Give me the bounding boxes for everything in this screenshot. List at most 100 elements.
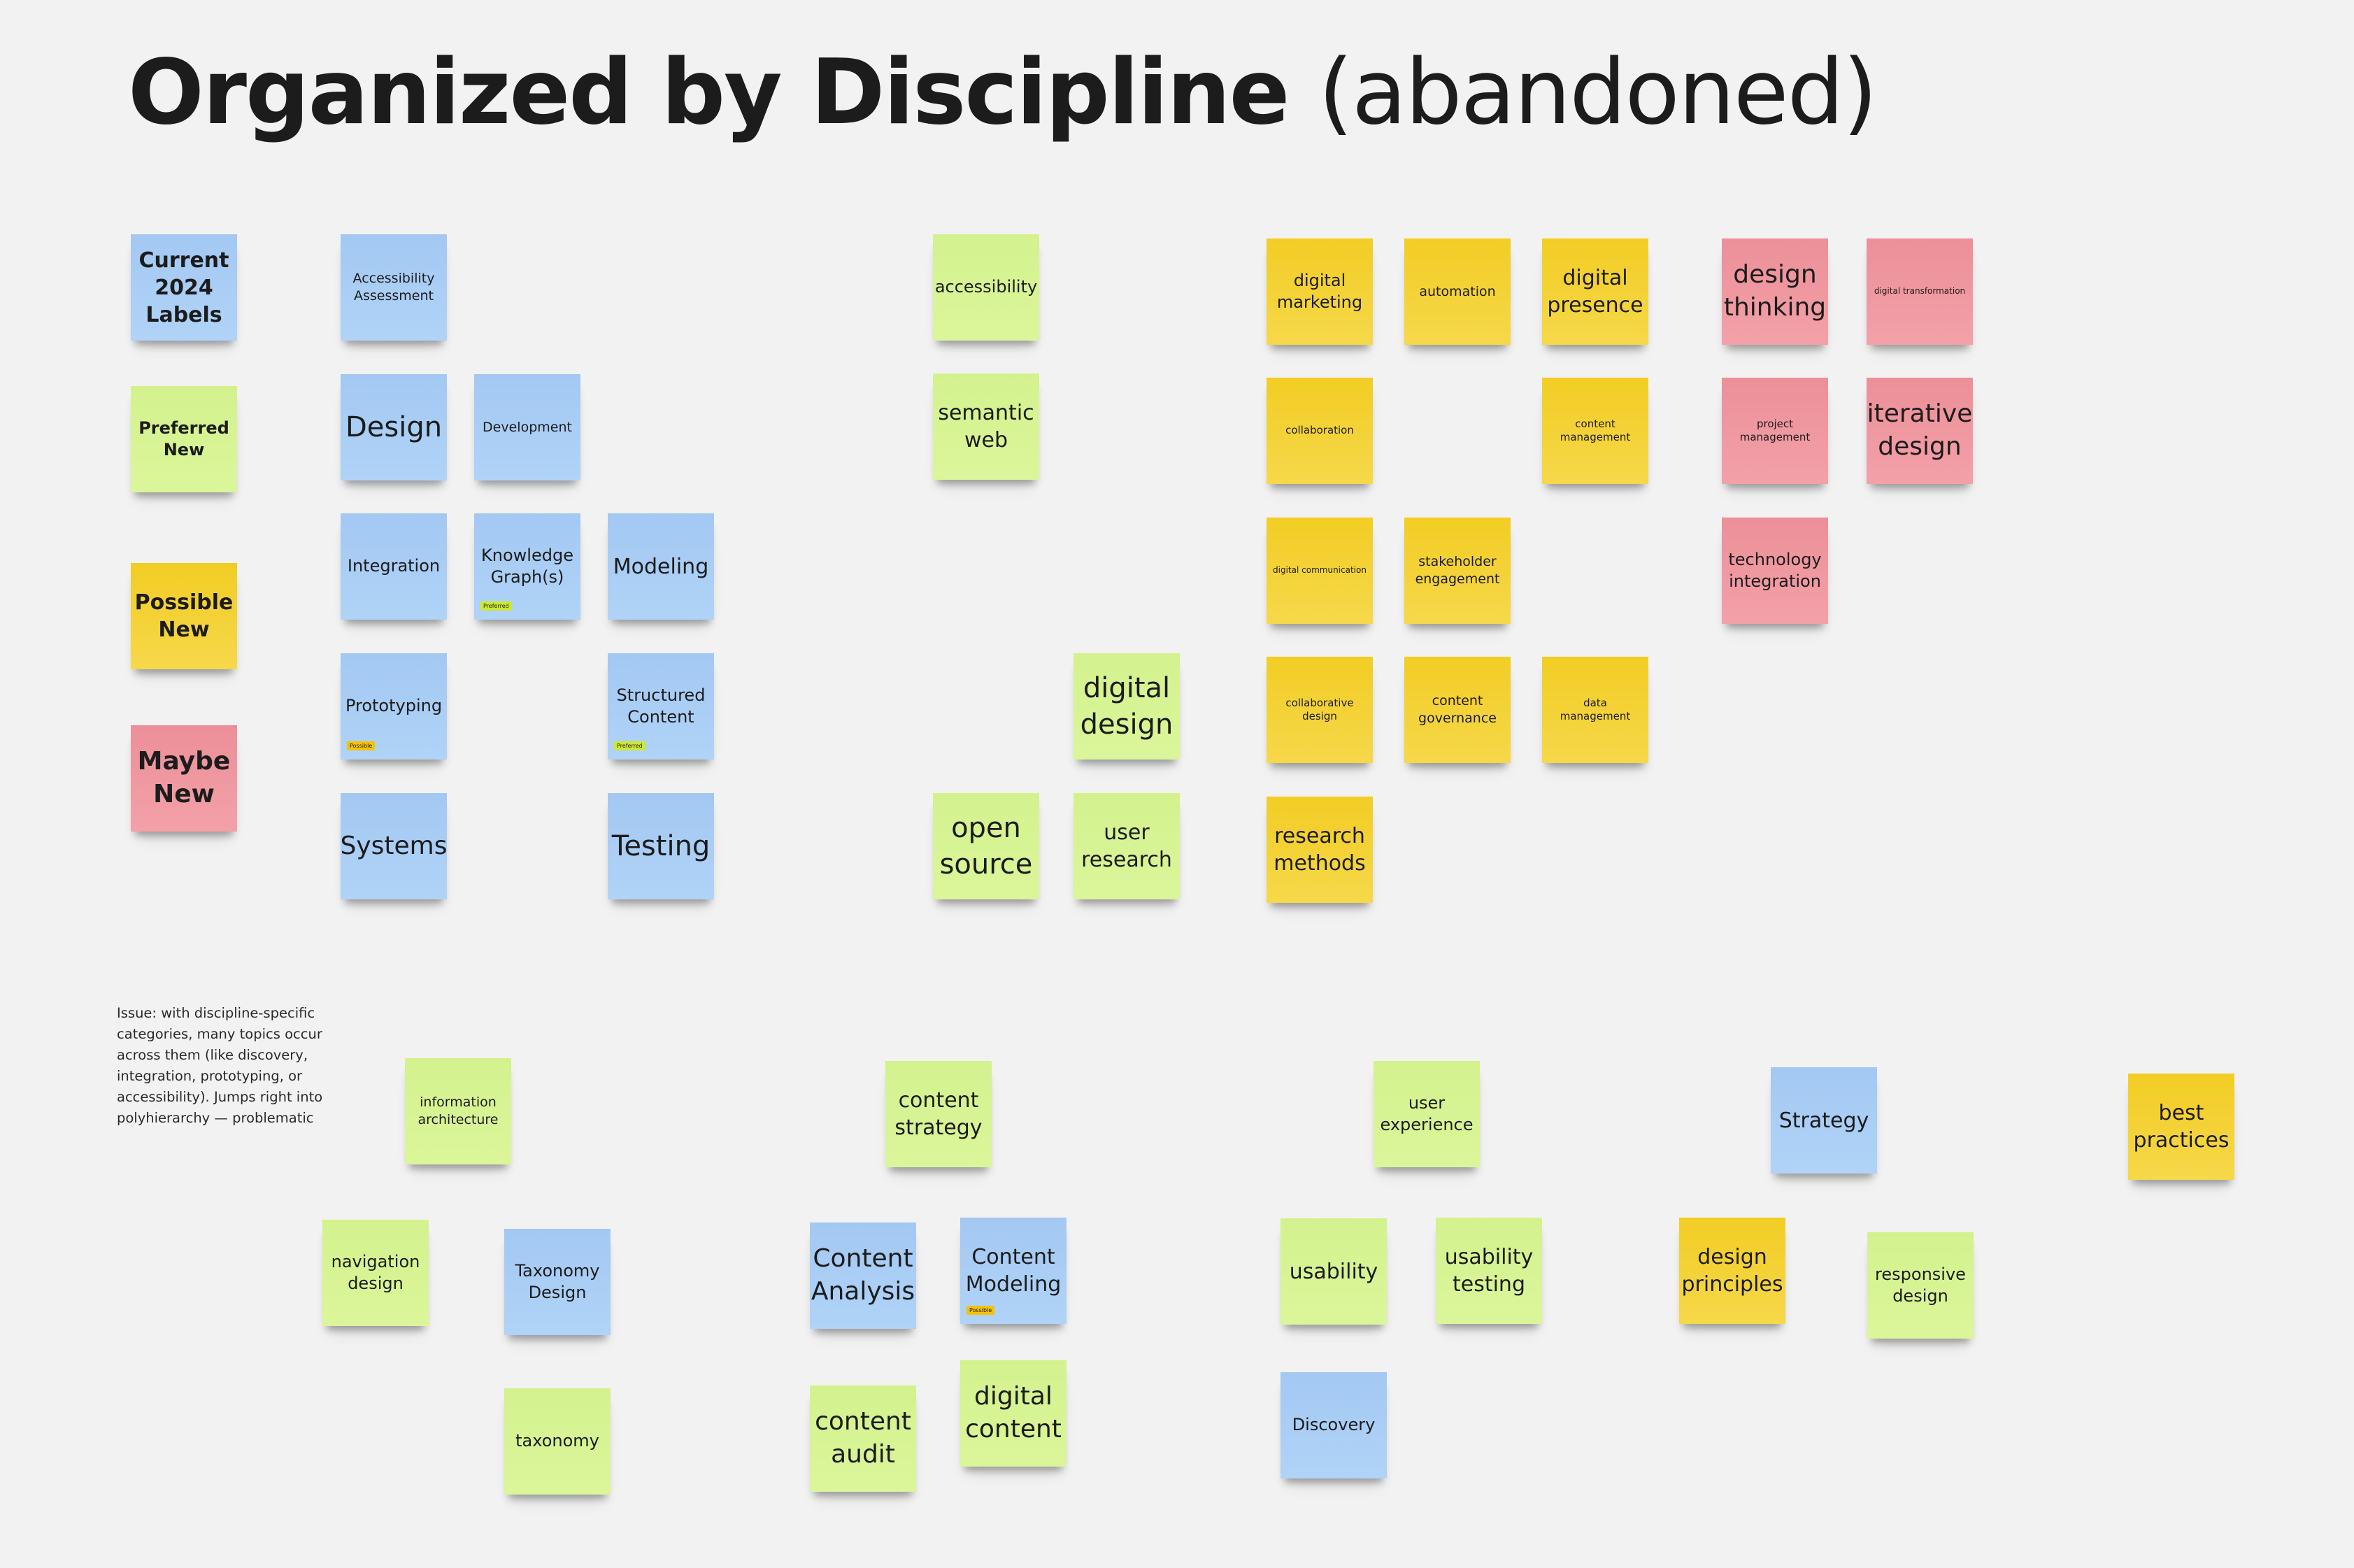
sticky-digital-content[interactable]: digital content (960, 1360, 1067, 1467)
sticky-text: collaboration (1285, 424, 1354, 437)
sticky-text: Maybe New (137, 747, 231, 808)
sticky-design-thinking[interactable]: design thinking (1722, 238, 1828, 345)
sticky-content-governance[interactable]: content governance (1404, 657, 1511, 763)
sticky-text: Prototyping (345, 696, 443, 716)
sticky-content-analysis[interactable]: Content Analysis (810, 1223, 916, 1329)
legend-preferred-new[interactable]: Preferred New (131, 386, 237, 492)
sticky-collaborative-design[interactable]: collaborative design (1267, 657, 1373, 763)
sticky-text: automation (1419, 283, 1496, 299)
page-title: Organized by Discipline (abandoned) (128, 41, 1878, 145)
sticky-text: accessibility (934, 277, 1038, 297)
sticky-content-strategy[interactable]: content strategy (885, 1061, 992, 1167)
sticky-prototyping[interactable]: Prototyping Possible (341, 653, 447, 760)
sticky-data-management[interactable]: data management (1542, 657, 1648, 763)
sticky-iterative-design[interactable]: iterative design (1867, 378, 1973, 484)
sticky-text: Testing (611, 830, 711, 862)
sticky-integration[interactable]: Integration (341, 513, 447, 620)
legend-possible-new[interactable]: Possible New (131, 563, 237, 669)
sticky-text: responsive design (1875, 1264, 1966, 1306)
sticky-text: research methods (1274, 824, 1366, 876)
sticky-testing[interactable]: Testing (608, 793, 714, 899)
sticky-text: design thinking (1723, 260, 1827, 322)
sticky-text: Integration (347, 556, 441, 576)
sticky-development[interactable]: Development (474, 374, 580, 480)
sticky-text: data management (1560, 696, 1631, 723)
sticky-text: Taxonomy Design (515, 1260, 600, 1302)
sticky-text: stakeholder engagement (1415, 554, 1500, 587)
sticky-accessibility[interactable]: accessibility (933, 234, 1039, 341)
sticky-text: Design (345, 411, 443, 443)
sticky-project-management[interactable]: project management (1722, 378, 1828, 484)
sticky-content-audit[interactable]: content audit (810, 1385, 916, 1492)
legend-maybe-new[interactable]: Maybe New (131, 725, 237, 832)
sticky-structured-content[interactable]: Structured Content Preferred (608, 653, 714, 760)
sticky-best-practices[interactable]: best practices (2128, 1074, 2234, 1180)
sticky-discovery[interactable]: Discovery (1281, 1372, 1387, 1478)
sticky-responsive-design[interactable]: responsive design (1867, 1232, 1974, 1339)
sticky-taxonomy[interactable]: taxonomy (504, 1388, 611, 1495)
sticky-text: iterative design (1867, 399, 1973, 461)
sticky-text: open source (939, 812, 1033, 881)
sticky-content-management[interactable]: content management (1542, 378, 1648, 484)
sticky-text: Knowledge Graph(s) (481, 545, 573, 587)
sticky-text: digital transformation (1874, 286, 1966, 297)
sticky-text: Current 2024 Labels (138, 248, 229, 327)
sticky-taxonomy-design[interactable]: Taxonomy Design (504, 1229, 611, 1335)
sticky-text: content governance (1418, 693, 1497, 726)
sticky-text: content strategy (894, 1088, 983, 1140)
preferred-tag: Preferred (480, 601, 512, 611)
sticky-information-architecture[interactable]: information architecture (405, 1058, 511, 1164)
sticky-accessibility-assessment[interactable]: Accessibility Assessment (341, 234, 447, 341)
sticky-text: Development (483, 419, 572, 435)
sticky-user-experience[interactable]: user experience (1374, 1061, 1480, 1167)
sticky-digital-marketing[interactable]: digital marketing (1267, 238, 1373, 345)
sticky-text: taxonomy (515, 1431, 599, 1451)
sticky-design-principles[interactable]: design principles (1679, 1218, 1785, 1324)
sticky-text: digital marketing (1276, 270, 1363, 312)
sticky-semantic-web[interactable]: semantic web (933, 373, 1039, 480)
sticky-text: usability (1289, 1259, 1378, 1284)
title-main: Organized by Discipline (128, 41, 1290, 145)
sticky-text: Strategy (1778, 1108, 1869, 1133)
sticky-text: information architecture (418, 1095, 499, 1127)
sticky-knowledge-graphs[interactable]: Knowledge Graph(s) Preferred (474, 513, 580, 620)
sticky-text: digital design (1080, 672, 1174, 741)
sticky-usability[interactable]: usability (1281, 1218, 1387, 1325)
sticky-technology-integration[interactable]: technology integration (1722, 518, 1828, 624)
sticky-strategy[interactable]: Strategy (1771, 1067, 1877, 1174)
sticky-text: semantic web (938, 401, 1034, 452)
sticky-usability-testing[interactable]: usability testing (1436, 1218, 1542, 1324)
sticky-text: Structured Content (616, 685, 706, 727)
sticky-text: content audit (815, 1407, 911, 1469)
sticky-navigation-design[interactable]: navigation design (322, 1220, 429, 1326)
possible-tag: Possible (966, 1306, 995, 1315)
sticky-digital-presence[interactable]: digital presence (1542, 238, 1648, 345)
sticky-open-source[interactable]: open source (933, 793, 1039, 899)
sticky-text: Content Analysis (811, 1244, 915, 1306)
sticky-text: project management (1739, 417, 1811, 444)
sticky-design[interactable]: Design (341, 374, 447, 480)
sticky-systems[interactable]: Systems (340, 793, 448, 899)
sticky-text: digital content (965, 1382, 1062, 1444)
sticky-research-methods[interactable]: research methods (1267, 797, 1373, 903)
sticky-text: content management (1560, 417, 1631, 444)
sticky-text: best practices (2133, 1101, 2230, 1153)
sticky-text: technology integration (1728, 549, 1822, 591)
sticky-digital-transformation[interactable]: digital transformation (1867, 238, 1973, 345)
sticky-digital-communication[interactable]: digital communication (1267, 518, 1373, 624)
sticky-text: design principles (1681, 1245, 1783, 1297)
sticky-stakeholder-engagement[interactable]: stakeholder engagement (1404, 518, 1511, 624)
sticky-user-research[interactable]: user research (1073, 793, 1180, 899)
possible-tag: Possible (347, 741, 376, 750)
sticky-text: Discovery (1292, 1415, 1376, 1435)
sticky-digital-design[interactable]: digital design (1073, 653, 1180, 760)
title-suffix: (abandoned) (1318, 41, 1878, 145)
sticky-modeling[interactable]: Modeling (608, 513, 714, 620)
sticky-text: usability testing (1444, 1245, 1534, 1297)
sticky-automation[interactable]: automation (1404, 238, 1511, 345)
sticky-text: Systems (340, 831, 448, 860)
sticky-text: user research (1081, 820, 1172, 872)
sticky-content-modeling[interactable]: Content Modeling Possible (960, 1218, 1067, 1324)
sticky-collaboration[interactable]: collaboration (1267, 378, 1373, 484)
legend-current-labels[interactable]: Current 2024 Labels (131, 234, 237, 341)
